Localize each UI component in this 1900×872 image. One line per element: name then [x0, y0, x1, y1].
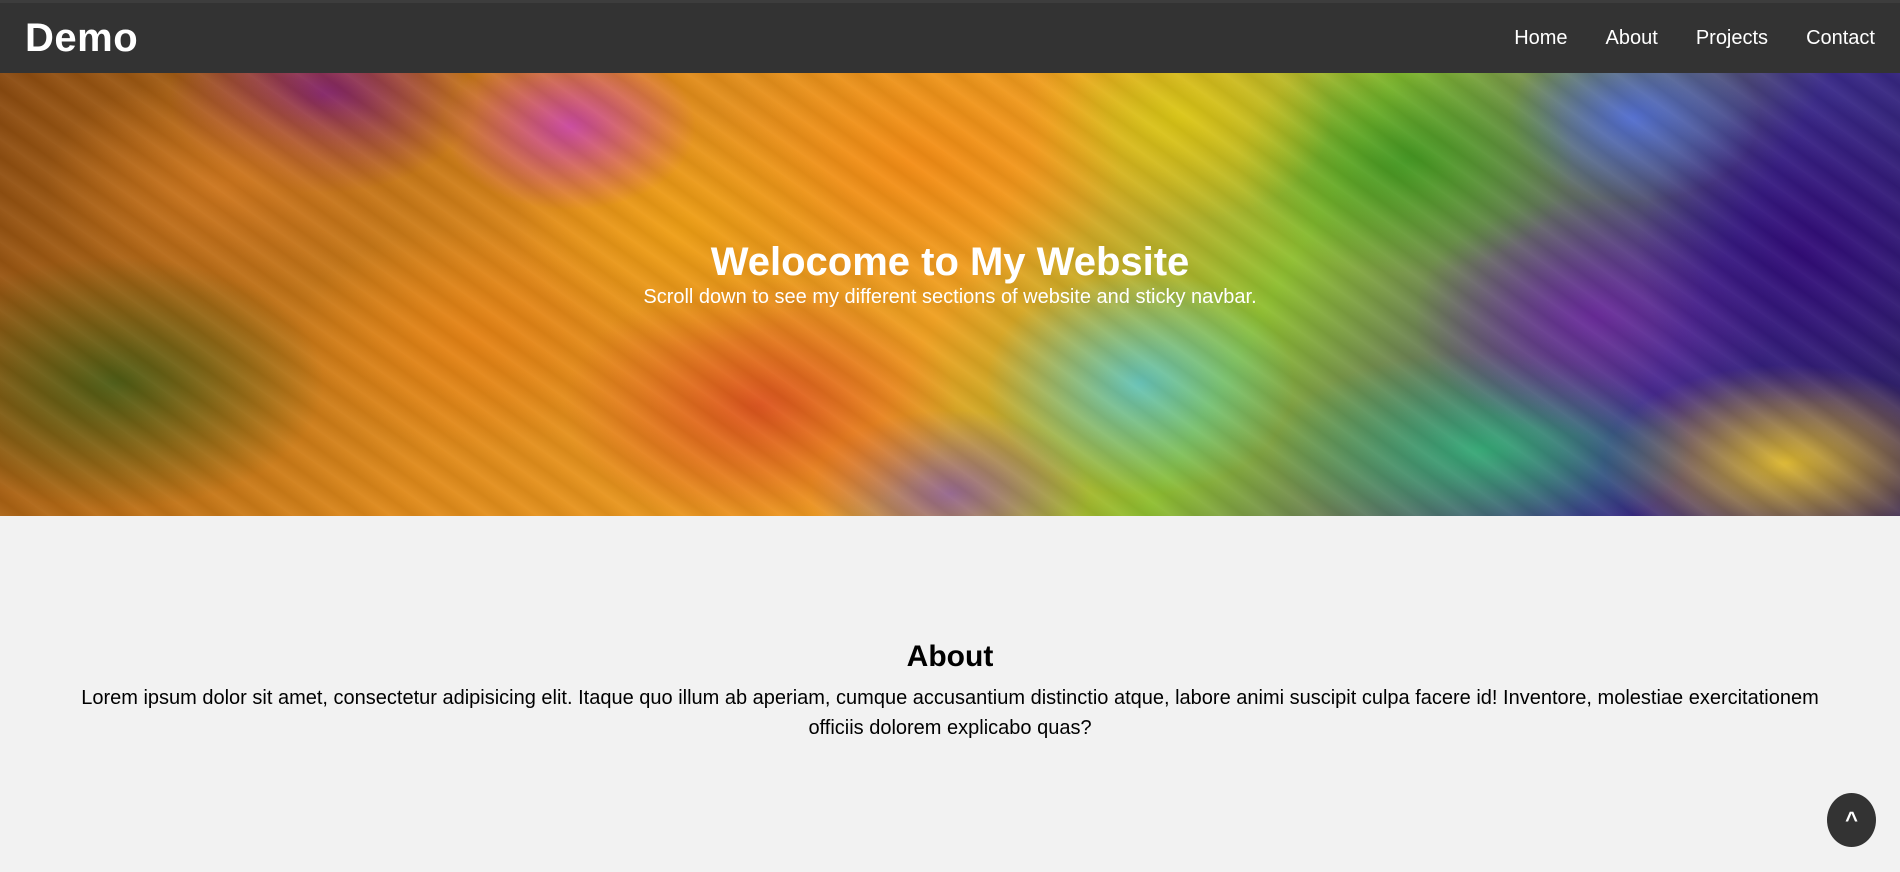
scroll-to-top-button[interactable]: ^	[1827, 793, 1876, 847]
hero-subtitle: Scroll down to see my different sections…	[643, 286, 1257, 308]
nav-link-home[interactable]: Home	[1514, 27, 1567, 50]
caret-up-icon: ^	[1845, 807, 1858, 832]
navbar: Demo Home About Projects Contact	[0, 0, 1900, 73]
hero-banner: Welocome to My Website Scroll down to se…	[0, 73, 1900, 516]
nav-link-about[interactable]: About	[1606, 27, 1658, 50]
about-text: Lorem ipsum dolor sit amet, consectetur …	[81, 687, 1819, 739]
hero-text: Welocome to My Website Scroll down to se…	[0, 73, 1900, 516]
nav-link-contact[interactable]: Contact	[1806, 27, 1875, 50]
about-title: About	[906, 640, 994, 673]
nav-links: Home About Projects Contact	[1476, 27, 1875, 50]
about-section: About Lorem ipsum dolor sit amet, consec…	[0, 516, 1900, 872]
hero-title: Welocome to My Website	[710, 240, 1190, 284]
brand-logo[interactable]: Demo	[25, 16, 138, 61]
nav-link-projects[interactable]: Projects	[1696, 27, 1768, 50]
